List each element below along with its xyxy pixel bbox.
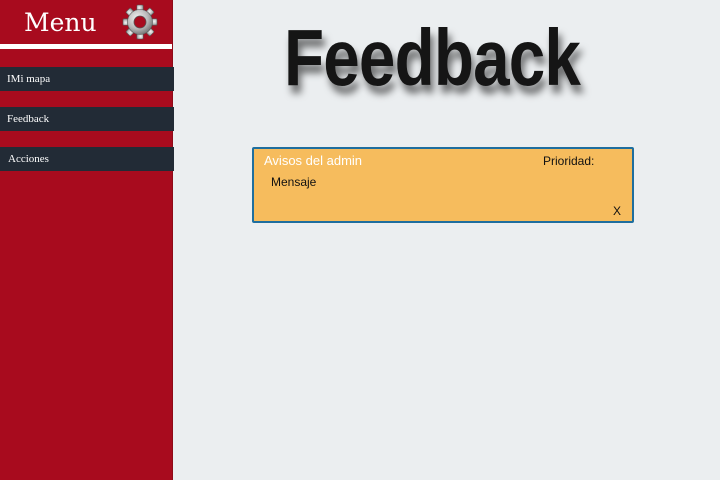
notice-message: Mensaje [271, 175, 317, 189]
sidebar-item-label: Feedback [7, 113, 50, 125]
admin-notice-card: Avisos del admin Prioridad: Mensaje X [252, 147, 634, 223]
menu-title: Menu [24, 8, 97, 37]
notice-title: Avisos del admin [264, 153, 363, 168]
gear-icon[interactable] [122, 4, 158, 40]
sidebar: Menu IMi mapa Feedback Acciones [0, 0, 174, 480]
sidebar-item-label: IMi mapa [7, 73, 51, 85]
menu-divider [0, 44, 172, 49]
sidebar-item-acciones[interactable]: Acciones [0, 147, 174, 171]
notice-priority-label: Prioridad: [543, 154, 595, 168]
page-title: Feedback [284, 13, 581, 102]
sidebar-item-feedback[interactable]: Feedback [0, 107, 174, 131]
sidebar-item-label: Acciones [8, 153, 49, 165]
sidebar-item-mi-mapa[interactable]: IMi mapa [0, 67, 174, 91]
close-button[interactable]: X [613, 204, 621, 218]
